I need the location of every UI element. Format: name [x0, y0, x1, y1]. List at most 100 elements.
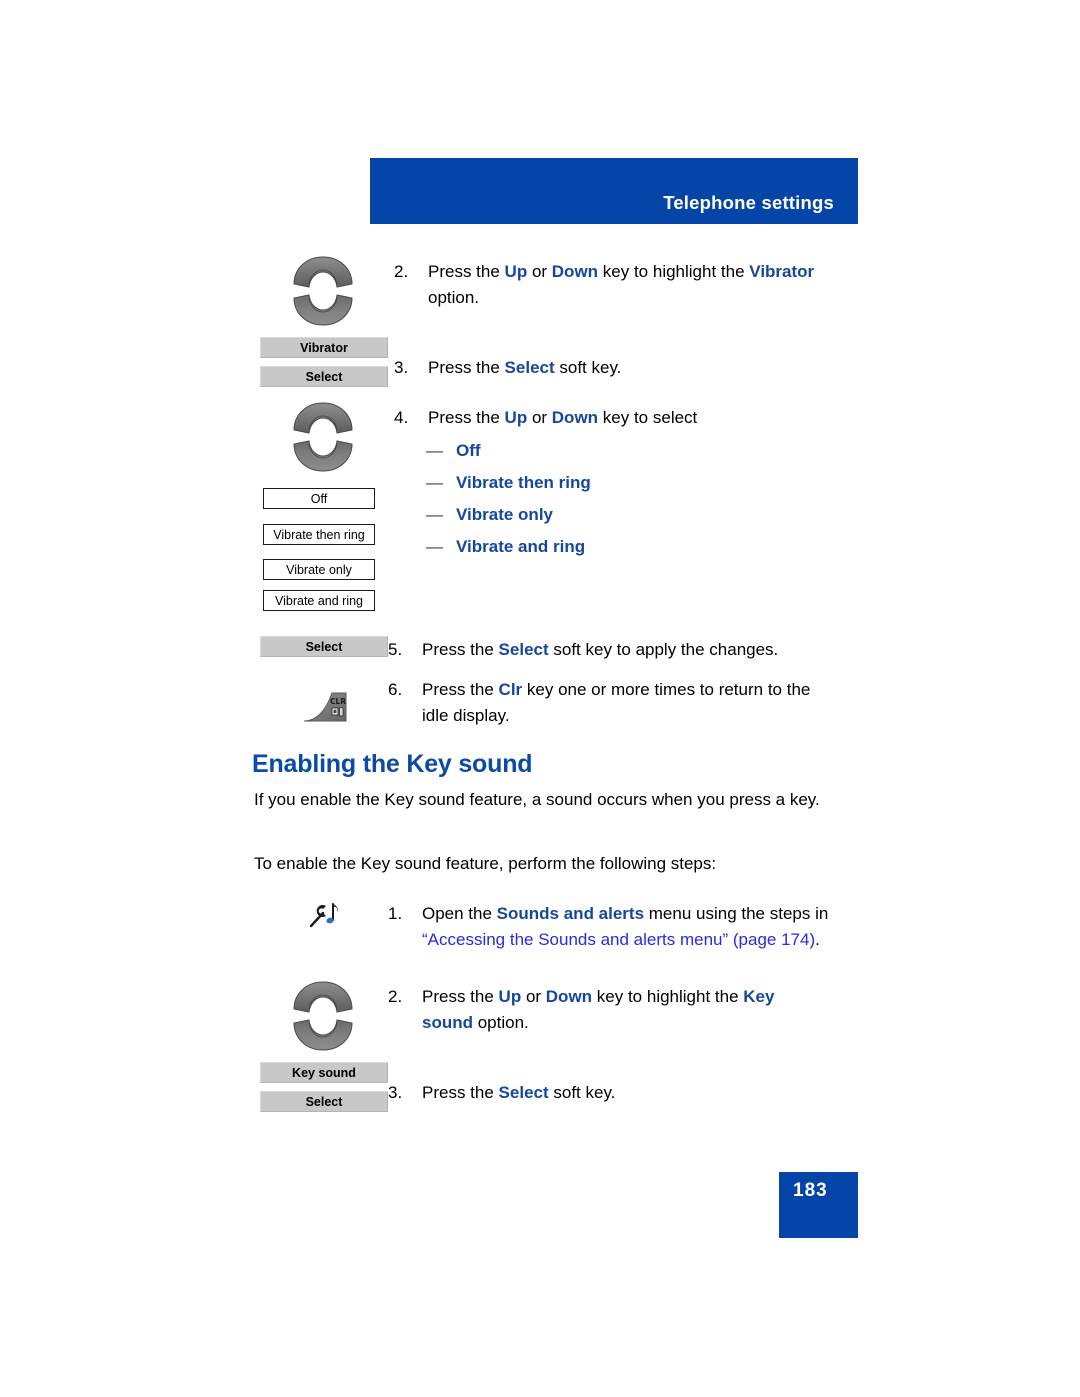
step-text-part: key to highlight the [598, 262, 750, 281]
step-3-select-key-sound: 3. Press the Select soft key. [388, 1080, 828, 1106]
em-dash-bullet: — [426, 473, 443, 492]
step-6-clr: 6. Press the Clr key one or more times t… [388, 677, 836, 729]
callout-select-softkey-2: Select [260, 636, 388, 657]
step-text: Press the Up or Down key to highlight th… [428, 259, 834, 311]
softkey-select-label: Select [504, 358, 555, 377]
step-number: 6. [388, 680, 403, 699]
callout-label: Key sound [292, 1065, 356, 1080]
navigation-up-down-key-icon [293, 981, 353, 1051]
list-item: — Off [426, 435, 591, 467]
callout-option-off: Off [263, 488, 375, 509]
step-text-part: Press the [428, 358, 505, 377]
callout-select-softkey-1: Select [260, 366, 388, 387]
step-text-part: Press the [422, 640, 499, 659]
step-2-key-sound: 2. Press the Up or Down key to highlight… [388, 984, 818, 1036]
step-text-part: Press the [422, 987, 499, 1006]
paragraph-key-sound-lead-in: To enable the Key sound feature, perform… [254, 854, 717, 873]
step-text: Press the Up or Down key to highlight th… [422, 984, 818, 1036]
menu-sounds-and-alerts-label: Sounds and alerts [496, 904, 645, 923]
em-dash-bullet: — [426, 505, 443, 524]
option-label-off: Off [456, 441, 481, 460]
key-down-label: Down [551, 262, 599, 281]
step-text-part: or [527, 408, 552, 427]
step-3-select: 3. Press the Select soft key. [394, 355, 834, 381]
step-text-part: soft key. [554, 358, 622, 377]
page-number: 183 [793, 1180, 828, 1201]
list-item: — Vibrate then ring [426, 467, 591, 499]
key-up-label: Up [504, 262, 528, 281]
navigation-up-down-key-icon [293, 256, 353, 326]
step-text-part: Press the [422, 1083, 499, 1102]
step-number: 3. [394, 358, 409, 377]
step-text: Press the Select soft key. [428, 355, 621, 381]
callout-option-vibrate-only: Vibrate only [263, 559, 375, 580]
step-number: 5. [388, 640, 403, 659]
callout-option-vibrate-and-ring: Vibrate and ring [263, 590, 375, 611]
step-text: Press the Clr key one or more times to r… [422, 677, 836, 729]
step-text: Press the Select soft key. [422, 1080, 615, 1106]
callout-label: Select [305, 639, 343, 654]
running-header-title: Telephone settings [663, 192, 834, 213]
option-label-vibrate-and-ring: Vibrate and ring [456, 537, 586, 556]
softkey-select-label: Select [498, 640, 549, 659]
step-text-part: Press the [422, 680, 499, 699]
step-text-part: soft key to apply the changes. [548, 640, 779, 659]
callout-label: Vibrate then ring [273, 527, 365, 542]
sounds-and-alerts-wrench-note-icon [309, 903, 338, 928]
em-dash-bullet: — [426, 537, 443, 556]
callout-select-softkey-3: Select [260, 1091, 388, 1112]
callout-option-vibrate-then-ring: Vibrate then ring [263, 524, 375, 545]
step-text-part: Press the [428, 408, 505, 427]
step-text-part: or [527, 262, 552, 281]
step-number: 2. [388, 987, 403, 1006]
step-1-open-sounds-and-alerts: 1. Open the Sounds and alerts menu using… [388, 901, 838, 953]
key-down-label: Down [551, 408, 599, 427]
step-4-select-option: 4. Press the Up or Down key to select [394, 405, 834, 431]
callout-label: Vibrate only [286, 562, 352, 577]
step-text-part: . [815, 930, 820, 949]
clr-key-icon: CLR [303, 692, 347, 722]
callout-vibrator-menu-item: Vibrator [260, 337, 388, 358]
menu-item-vibrator: Vibrator [749, 262, 815, 281]
step-text-part: key to highlight the [592, 987, 744, 1006]
step-text-part: option. [428, 288, 480, 307]
step-number: 4. [394, 408, 409, 427]
callout-key-sound-menu-item: Key sound [260, 1062, 388, 1083]
section-heading-enabling-key-sound: Enabling the Key sound [252, 750, 533, 778]
svg-text:CLR: CLR [330, 697, 346, 706]
option-label-vibrate-then-ring: Vibrate then ring [456, 473, 591, 492]
key-clr-label: Clr [498, 680, 523, 699]
step-text-part: menu using the steps in [644, 904, 829, 923]
step-5-apply: 5. Press the Select soft key to apply th… [388, 637, 838, 663]
em-dash-bullet: — [426, 441, 443, 460]
step-2-vibrator: 2. Press the Up or Down key to highlight… [394, 259, 834, 311]
callout-label: Select [305, 1094, 343, 1109]
callout-label: Vibrate and ring [274, 593, 364, 608]
cross-reference-link[interactable]: “Accessing the Sounds and alerts menu” (… [422, 930, 815, 949]
navigation-up-down-key-icon [293, 402, 353, 472]
page-number-badge: 183 [779, 1172, 858, 1238]
paragraph-key-sound-intro: If you enable the Key sound feature, a s… [254, 790, 820, 809]
step-number: 2. [394, 262, 409, 281]
step-text-part: Press the [428, 262, 505, 281]
callout-label: Off [310, 491, 328, 506]
vibrator-option-list: — Off — Vibrate then ring — Vibrate only… [426, 435, 591, 563]
step-text-part: or [521, 987, 546, 1006]
step-text-part: soft key. [548, 1083, 616, 1102]
option-label-vibrate-only: Vibrate only [456, 505, 553, 524]
step-number: 3. [388, 1083, 403, 1102]
key-up-label: Up [498, 987, 522, 1006]
list-item: — Vibrate and ring [426, 531, 591, 563]
step-text-part: option. [473, 1013, 529, 1032]
step-number: 1. [388, 904, 403, 923]
callout-label: Select [305, 369, 343, 384]
list-item: — Vibrate only [426, 499, 591, 531]
key-up-label: Up [504, 408, 528, 427]
step-text-part: key to select [598, 408, 698, 427]
step-text-part: Open the [422, 904, 497, 923]
step-text: Press the Select soft key to apply the c… [422, 637, 778, 663]
callout-label: Vibrator [300, 340, 348, 355]
step-text: Press the Up or Down key to select [428, 405, 697, 431]
running-header-bar: Telephone settings [370, 158, 858, 224]
document-page: Telephone settings 2. Press the Up or Do… [0, 0, 1080, 1397]
